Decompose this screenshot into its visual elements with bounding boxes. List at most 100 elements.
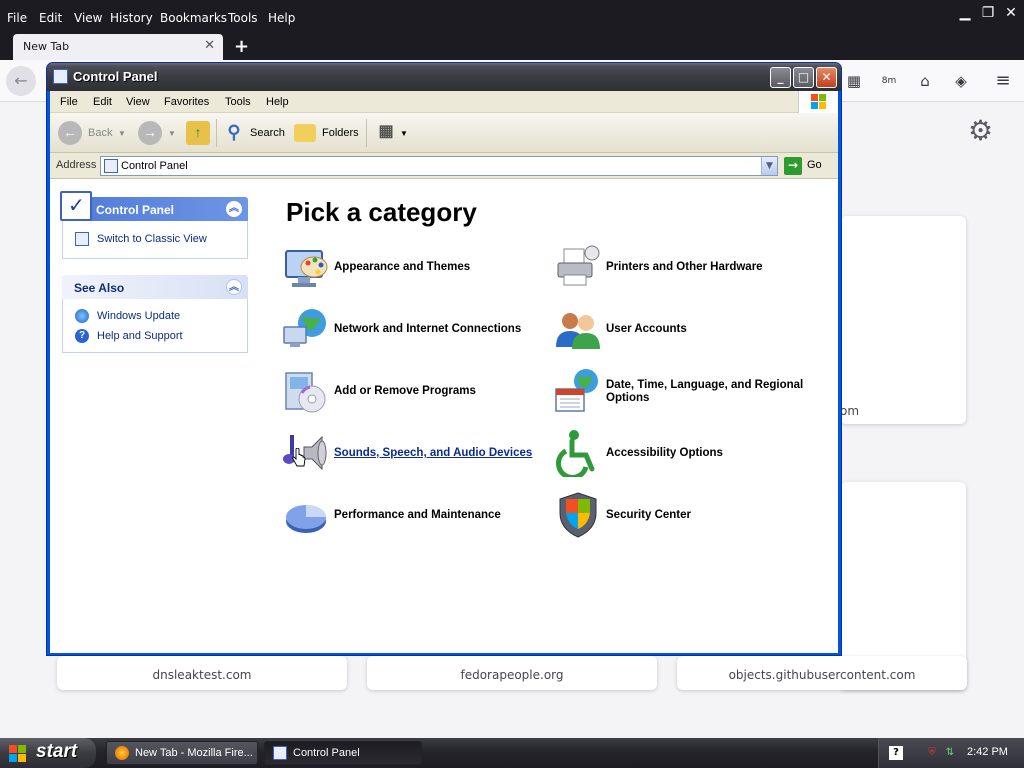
taskbar-button-label: New Tab - Mozilla Fire... [135,747,253,759]
category-label: Security Center [606,509,692,521]
menu-tools[interactable]: Tools [225,96,251,108]
firefox-menubar: File Edit View History Bookmarks Tools H… [0,0,1024,34]
clock: 2:42 PM [967,746,1008,758]
task-pane-body: Switch to Classic View [62,221,248,259]
up-folder-button[interactable]: ↑ [186,121,212,147]
windows-flag-icon [811,94,827,110]
ff-restore-button[interactable]: ❐ [978,4,998,22]
ff-back-arrow-icon[interactable]: ← [6,66,36,96]
category-add-remove-programs[interactable]: Add or Remove Programs [282,367,532,417]
ff-menu-bookmarks[interactable]: Bookmarks [160,11,227,25]
forward-dropdown-icon[interactable]: ▼ [168,129,176,138]
toolbar-separator [366,119,367,147]
taskbar-button-label: Control Panel [293,747,360,759]
category-printers-hardware[interactable]: Printers and Other Hardware [554,243,824,293]
ff-close-button[interactable]: ✕ [1001,4,1021,22]
category-label: Date, Time, Language, and Regional [606,379,804,391]
tray-network-icon[interactable]: ⇅ [943,746,957,760]
new-tab-plus-icon[interactable]: + [234,36,249,57]
ff-top-site-tile[interactable]: objects.githubusercontent.com [677,656,967,690]
maximize-button[interactable]: □ [793,67,814,88]
menu-view[interactable]: View [126,96,150,108]
views-button[interactable]: ▦ ▼ [374,121,414,147]
ff-menu-view[interactable]: View [74,11,102,25]
collapse-chevron-icon[interactable]: ︽ [226,201,242,217]
see-also-header[interactable]: See Also ︽ [62,275,248,299]
category-label: Add or Remove Programs [334,385,476,397]
address-input[interactable]: Control Panel ▼ [100,156,778,176]
firefox-icon [115,746,129,760]
hand-cursor-icon [292,448,306,467]
go-arrow-icon[interactable]: → [784,157,802,175]
category-date-time-language[interactable]: Date, Time, Language, and Regional Optio… [554,367,834,417]
control-panel-icon [273,746,287,760]
content-area: Control Panel ︽ Switch to Classic View S… [50,179,838,653]
task-pane-heading: Control Panel [96,203,175,217]
back-button[interactable]: ← Back ▼ [58,121,128,147]
category-label: Printers and Other Hardware [606,261,763,273]
taskbar-button-firefox[interactable]: New Tab - Mozilla Fire... [106,741,258,765]
collapse-chevron-icon[interactable]: ︽ [226,279,242,295]
address-dropdown-icon[interactable]: ▼ [761,157,777,175]
see-also-heading: See Also [74,281,125,295]
ff-menu-help[interactable]: Help [268,11,295,25]
menu-help[interactable]: Help [266,96,289,108]
minimize-button[interactable]: _ [770,67,791,88]
category-performance-maintenance[interactable]: Performance and Maintenance [282,491,532,541]
task-pane-header[interactable]: Control Panel ︽ [60,191,248,221]
menu-favorites[interactable]: Favorites [164,96,209,108]
ff-top-site-tile[interactable]: om [840,216,966,424]
category-label: Accessibility Options [606,447,723,459]
window-title: Control Panel [73,69,158,84]
tray-help-icon[interactable]: ? [889,746,903,760]
window-titlebar[interactable]: Control Panel _ □ ✕ [47,63,841,91]
folders-icon [294,124,316,142]
page-title: Pick a category [286,197,477,227]
ff-newtab-settings-gear-icon[interactable]: ⚙ [968,114,993,147]
ff-hamburger-menu-icon[interactable]: ≡ [992,70,1014,92]
task-pane-control-panel: Control Panel ︽ Switch to Classic View [60,191,248,259]
tab-new-tab[interactable]: New Tab ✕ [13,34,223,60]
ff-menu-history[interactable]: History [110,11,153,25]
ff-top-site-tile[interactable]: fedorapeople.org [367,656,657,690]
menu-edit[interactable]: Edit [93,96,112,108]
start-button[interactable]: start [0,738,96,768]
category-security-center[interactable]: Security Center [554,491,824,541]
category-appearance-themes[interactable]: Appearance and Themes [282,243,532,293]
ff-minimize-button[interactable]: ▁ [955,4,975,22]
category-accessibility-options[interactable]: Accessibility Options [554,429,824,479]
search-label: Search [250,127,285,139]
ff-menu-edit[interactable]: Edit [39,11,62,25]
category-user-accounts[interactable]: User Accounts [554,305,824,355]
forward-button[interactable]: → ▼ [138,121,178,147]
tab-close-icon[interactable]: ✕ [204,38,215,53]
close-button[interactable]: ✕ [816,67,837,88]
ff-top-site-tile[interactable]: dnsleaktest.com [57,656,347,690]
ff-badge-icon[interactable]: 8m [878,70,900,92]
category-label: Performance and Maintenance [334,509,501,521]
category-sounds-speech-audio[interactable]: Sounds, Speech, and Audio Devices [282,429,542,479]
ff-home-icon[interactable]: ⌂ [914,70,936,92]
tray-shield-icon[interactable]: ⛨ [925,746,939,760]
taskbar-button-control-panel[interactable]: Control Panel [264,741,422,765]
address-bar: Address Control Panel ▼ → Go [50,153,838,179]
folders-button[interactable]: Folders [294,121,362,147]
classic-view-icon [75,232,89,246]
go-button[interactable]: Go [807,159,822,171]
ff-menu-tools[interactable]: Tools [228,11,258,25]
start-label: start [36,741,78,762]
search-button[interactable]: ⚲ Search [222,121,288,147]
category-label: Sounds, Speech, and Audio Devices [334,447,533,459]
category-label: User Accounts [606,323,687,335]
add-remove-programs-icon [285,372,326,413]
menu-file[interactable]: File [60,96,78,108]
ff-library-icon[interactable]: ▦ [843,70,865,92]
category-network-internet[interactable]: Network and Internet Connections [282,305,532,355]
windows-logo [798,91,838,113]
window-body: File Edit View Favorites Tools Help ← Ba… [50,91,838,653]
ff-menu-file[interactable]: File [7,11,27,25]
ff-tile-label: fedorapeople.org [460,668,564,682]
windows-update-icon [75,309,89,323]
back-dropdown-icon[interactable]: ▼ [118,129,126,138]
ff-pocket-icon[interactable]: ◈ [950,70,972,92]
